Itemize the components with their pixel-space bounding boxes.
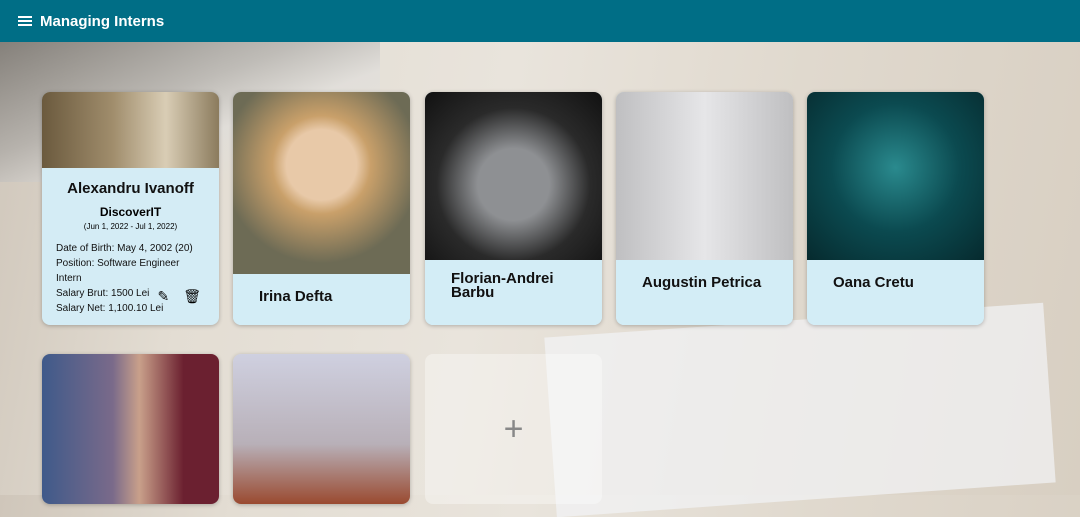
intern-photo — [233, 92, 410, 274]
intern-photo — [807, 92, 984, 260]
intern-name: Irina Defta — [259, 288, 333, 305]
intern-card[interactable]: Augustin Petrica — [616, 92, 793, 325]
intern-card[interactable]: Oana Cretu — [807, 92, 984, 325]
edit-icon[interactable]: ✎ — [157, 288, 169, 305]
intern-card[interactable]: Florian-Andrei Barbu — [425, 92, 602, 325]
menu-icon[interactable] — [18, 16, 32, 26]
intern-card[interactable] — [233, 354, 410, 504]
intern-card-featured[interactable]: Alexandru Ivanoff DiscoverIT (Jun 1, 202… — [42, 92, 219, 325]
intern-photo — [616, 92, 793, 260]
intern-position: Position: Software Engineer Intern — [56, 258, 180, 284]
background-paper — [544, 302, 1056, 517]
intern-name: Florian-Andrei Barbu — [451, 270, 554, 301]
intern-name: Oana Cretu — [833, 274, 914, 291]
intern-photo — [42, 92, 219, 168]
add-intern-button[interactable]: + — [425, 354, 602, 504]
plus-icon: + — [503, 409, 524, 448]
app-title: Managing Interns — [40, 12, 165, 30]
intern-card[interactable]: Irina Defta — [233, 92, 410, 325]
intern-photo — [425, 92, 602, 260]
intern-dob: Date of Birth: May 4, 2002 (20) — [56, 243, 193, 254]
app-header: Managing Interns — [0, 0, 1080, 42]
intern-name: Alexandru Ivanoff — [67, 180, 194, 197]
intern-period: (Jun 1, 2022 - Jul 1, 2022) — [83, 222, 178, 231]
intern-card[interactable] — [42, 354, 219, 504]
delete-icon[interactable]: 🗑 — [183, 288, 201, 305]
intern-company: DiscoverIT — [99, 205, 162, 219]
intern-name: Augustin Petrica — [642, 274, 762, 291]
